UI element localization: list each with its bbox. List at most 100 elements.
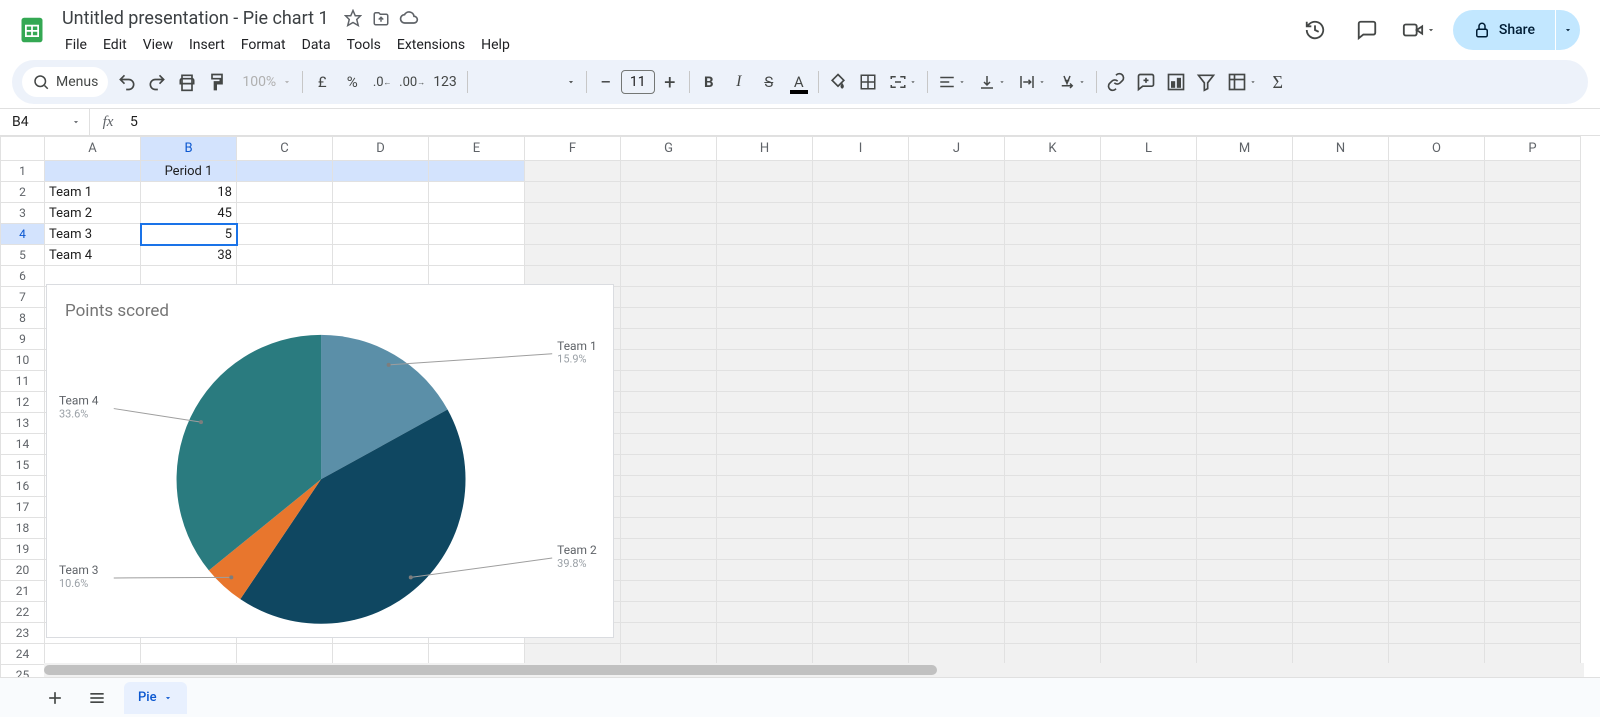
cell-M18[interactable] (1197, 518, 1293, 539)
cell-G23[interactable] (621, 623, 717, 644)
cell-D5[interactable] (333, 245, 429, 266)
cell-O17[interactable] (1389, 497, 1485, 518)
menu-insert[interactable]: Insert (182, 33, 232, 57)
cell-H24[interactable] (717, 644, 813, 665)
cell-H2[interactable] (717, 182, 813, 203)
cell-B2[interactable]: 18 (141, 182, 237, 203)
cell-P14[interactable] (1485, 434, 1581, 455)
cell-E2[interactable] (429, 182, 525, 203)
cell-J19[interactable] (909, 539, 1005, 560)
cell-P20[interactable] (1485, 560, 1581, 581)
cell-L19[interactable] (1101, 539, 1197, 560)
col-header-L[interactable]: L (1101, 137, 1197, 161)
cell-M12[interactable] (1197, 392, 1293, 413)
cell-H4[interactable] (717, 224, 813, 245)
paint-format-button[interactable] (202, 67, 232, 97)
cell-P4[interactable] (1485, 224, 1581, 245)
cell-F5[interactable] (525, 245, 621, 266)
cell-K13[interactable] (1005, 413, 1101, 434)
cell-G24[interactable] (621, 644, 717, 665)
all-sheets-button[interactable] (82, 683, 112, 713)
cell-H15[interactable] (717, 455, 813, 476)
cell-H8[interactable] (717, 308, 813, 329)
cell-G15[interactable] (621, 455, 717, 476)
cell-K20[interactable] (1005, 560, 1101, 581)
col-header-O[interactable]: O (1389, 137, 1485, 161)
cell-N19[interactable] (1293, 539, 1389, 560)
cell-J16[interactable] (909, 476, 1005, 497)
percent-button[interactable]: % (337, 67, 367, 97)
cell-O15[interactable] (1389, 455, 1485, 476)
cell-N9[interactable] (1293, 329, 1389, 350)
cell-J9[interactable] (909, 329, 1005, 350)
cell-K21[interactable] (1005, 581, 1101, 602)
cell-J13[interactable] (909, 413, 1005, 434)
cell-B3[interactable]: 45 (141, 203, 237, 224)
row-header-9[interactable]: 9 (1, 329, 45, 350)
cell-B1[interactable]: Period 1 (141, 161, 237, 182)
cell-J4[interactable] (909, 224, 1005, 245)
cell-L14[interactable] (1101, 434, 1197, 455)
cell-L5[interactable] (1101, 245, 1197, 266)
cell-M2[interactable] (1197, 182, 1293, 203)
text-wrap-button[interactable] (1012, 67, 1052, 97)
cell-H10[interactable] (717, 350, 813, 371)
row-header-25[interactable]: 25 (1, 665, 45, 678)
cell-I14[interactable] (813, 434, 909, 455)
cell-G22[interactable] (621, 602, 717, 623)
insert-comment-button[interactable] (1131, 67, 1161, 97)
cell-D1[interactable] (333, 161, 429, 182)
redo-button[interactable] (142, 67, 172, 97)
currency-button[interactable]: £ (307, 67, 337, 97)
cell-I22[interactable] (813, 602, 909, 623)
cell-O1[interactable] (1389, 161, 1485, 182)
col-header-P[interactable]: P (1485, 137, 1581, 161)
increase-decimal-button[interactable]: .00→ (397, 67, 427, 97)
cell-M24[interactable] (1197, 644, 1293, 665)
horizontal-align-button[interactable] (932, 67, 972, 97)
embedded-chart[interactable]: Points scored Team 115.9%Team 239.8%Team… (46, 284, 614, 638)
col-header-F[interactable]: F (525, 137, 621, 161)
cell-K3[interactable] (1005, 203, 1101, 224)
cell-K10[interactable] (1005, 350, 1101, 371)
cell-M16[interactable] (1197, 476, 1293, 497)
cell-E24[interactable] (429, 644, 525, 665)
cell-N1[interactable] (1293, 161, 1389, 182)
cell-G13[interactable] (621, 413, 717, 434)
col-header-B[interactable]: B (141, 137, 237, 161)
cell-L7[interactable] (1101, 287, 1197, 308)
cell-L23[interactable] (1101, 623, 1197, 644)
font-size-input[interactable]: 11 (621, 70, 655, 94)
cell-O5[interactable] (1389, 245, 1485, 266)
cell-L3[interactable] (1101, 203, 1197, 224)
row-header-14[interactable]: 14 (1, 434, 45, 455)
text-color-button[interactable]: A (784, 67, 814, 97)
cell-O12[interactable] (1389, 392, 1485, 413)
cell-I11[interactable] (813, 371, 909, 392)
filter-views-button[interactable] (1221, 67, 1263, 97)
zoom-select[interactable]: 100% (232, 67, 298, 97)
menu-data[interactable]: Data (295, 33, 338, 57)
row-header-5[interactable]: 5 (1, 245, 45, 266)
cell-M1[interactable] (1197, 161, 1293, 182)
cell-G7[interactable] (621, 287, 717, 308)
cell-K17[interactable] (1005, 497, 1101, 518)
cell-K24[interactable] (1005, 644, 1101, 665)
col-header-K[interactable]: K (1005, 137, 1101, 161)
col-header-M[interactable]: M (1197, 137, 1293, 161)
cell-P17[interactable] (1485, 497, 1581, 518)
cell-G19[interactable] (621, 539, 717, 560)
col-header-A[interactable]: A (45, 137, 141, 161)
cell-O7[interactable] (1389, 287, 1485, 308)
cell-I7[interactable] (813, 287, 909, 308)
cell-I18[interactable] (813, 518, 909, 539)
cell-H3[interactable] (717, 203, 813, 224)
row-header-3[interactable]: 3 (1, 203, 45, 224)
share-button[interactable]: Share (1453, 10, 1555, 50)
cell-M20[interactable] (1197, 560, 1293, 581)
cell-I1[interactable] (813, 161, 909, 182)
cell-N22[interactable] (1293, 602, 1389, 623)
cell-O8[interactable] (1389, 308, 1485, 329)
cell-L13[interactable] (1101, 413, 1197, 434)
cell-H23[interactable] (717, 623, 813, 644)
